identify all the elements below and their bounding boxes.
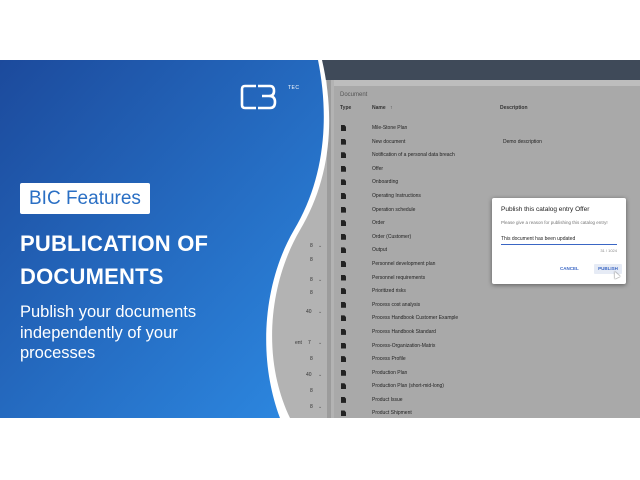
- logo-tag: TEC: [288, 85, 300, 91]
- subheadline-line-2: independently of your: [20, 324, 178, 342]
- headline-line-1: PUBLICATION OF: [20, 231, 209, 256]
- bottom-letterbox: [0, 418, 640, 480]
- screenshot-frame: 8 8 8 8 40 ent 7 8 40 8 8 ⌄ ⌄ ⌄ ⌄ ⌄ ⌄ Do…: [0, 60, 640, 418]
- subheadline-line-3: processes: [20, 344, 96, 362]
- badge-label: BIC Features: [29, 187, 141, 209]
- subheadline-line-1: Publish your documents: [20, 303, 197, 321]
- headline-line-2: DOCUMENTS: [20, 264, 164, 289]
- cb-logo: [240, 84, 277, 110]
- features-badge: BIC Features: [20, 183, 150, 214]
